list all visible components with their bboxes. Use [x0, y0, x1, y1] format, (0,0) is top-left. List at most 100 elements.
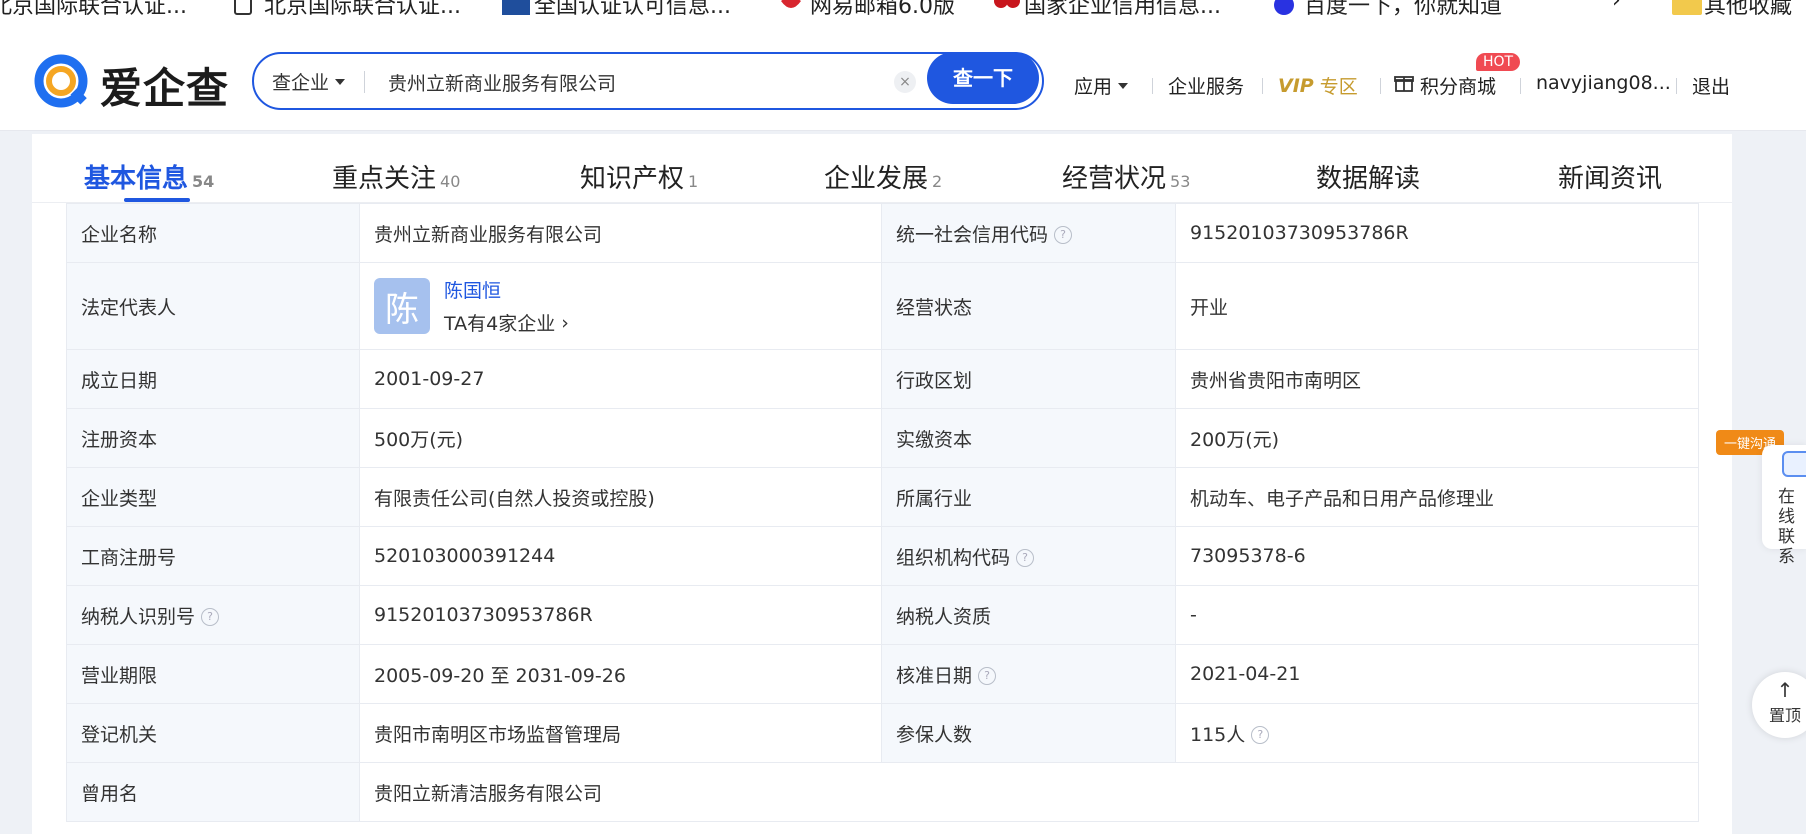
folder-icon	[1672, 0, 1702, 15]
legal-rep-cell: 陈 陈国恒 TA有4家企业 ›	[359, 262, 882, 350]
help-icon[interactable]: ?	[1016, 549, 1035, 567]
org-code-label: 组织机构代码	[896, 546, 1011, 569]
industry-label: 所属行业	[881, 467, 1176, 527]
region-value: 贵州省贵阳市南明区	[1175, 349, 1699, 409]
approval-date-value: 2021-04-21	[1175, 644, 1699, 704]
former-name-value: 贵阳立新清洁服务有限公司	[359, 762, 1699, 822]
tab-label: 基本信息	[84, 164, 189, 194]
tab-data-insights[interactable]: 数据解读	[1316, 158, 1420, 195]
online-contact-label: 在线联系	[1778, 487, 1795, 567]
org-code-value: 73095378-6	[1175, 526, 1699, 586]
help-icon[interactable]: ?	[978, 667, 997, 685]
search-type-select[interactable]: 查企业	[272, 68, 346, 95]
bookmark-folder[interactable]: 其他收藏	[1672, 0, 1792, 20]
reg-authority-label: 登记机关	[66, 703, 360, 763]
points-mall-link[interactable]: 积分商城	[1394, 72, 1496, 99]
bookmark-label: 其他收藏	[1704, 0, 1793, 19]
tab-count: 53	[1170, 172, 1191, 191]
founded-value: 2001-09-27	[359, 349, 882, 409]
username: navyjiang08...	[1536, 72, 1671, 94]
company-type-value: 有限责任公司(自然人投资或控股)	[359, 467, 882, 527]
bookmarks-bar: 北京国际联合认证... 北京国际联合认证... 全国认证认可信息... 网易邮箱…	[0, 0, 1806, 34]
clear-icon[interactable]: ×	[894, 71, 916, 93]
term-label: 营业期限	[66, 644, 360, 704]
tab-development[interactable]: 企业发展 2	[824, 158, 942, 195]
table-row: 工商注册号 520103000391244 组织机构代码? 73095378-6	[66, 526, 1699, 586]
related-companies-link[interactable]: TA有4家企业 ›	[444, 309, 569, 336]
credit-code-value: 91520103730953786R	[1175, 203, 1699, 263]
back-to-top-button[interactable]: ↑ 置顶	[1752, 672, 1806, 738]
bookmark-item[interactable]: 国家企业信用信息...	[992, 0, 1221, 20]
chevron-down-icon	[1118, 82, 1129, 89]
help-icon[interactable]: ?	[1251, 726, 1270, 744]
company-name-value: 贵州立新商业服务有限公司	[359, 203, 882, 263]
bookmarks-overflow-icon[interactable]: ›	[1612, 0, 1621, 13]
table-row: 曾用名 贵阳立新清洁服务有限公司	[66, 762, 1699, 822]
tab-count: 1	[688, 172, 699, 191]
legal-rep-label: 法定代表人	[66, 262, 360, 350]
basic-info-table: 企业名称 贵州立新商业服务有限公司 统一社会信用代码? 915201037309…	[66, 203, 1699, 822]
enterprise-service-link[interactable]: 企业服务	[1168, 72, 1244, 99]
active-tab-indicator	[124, 198, 190, 202]
divider	[364, 71, 365, 93]
bookmark-item[interactable]: 网易邮箱6.0版	[778, 0, 955, 20]
tab-news[interactable]: 新闻资讯	[1558, 158, 1662, 195]
tab-operations[interactable]: 经营状况 53	[1062, 158, 1190, 195]
avatar[interactable]: 陈	[374, 278, 430, 334]
cnca-icon	[502, 0, 530, 15]
bookmark-label: 全国认证认可信息...	[534, 0, 731, 19]
approval-date-label: 核准日期	[896, 664, 973, 687]
table-row: 纳税人识别号? 91520103730953786R 纳税人资质 -	[66, 585, 1699, 645]
reg-no-value: 520103000391244	[359, 526, 882, 586]
table-row: 登记机关 贵阳市南明区市场监督管理局 参保人数 115人?	[66, 703, 1699, 763]
bookmark-item[interactable]: 北京国际联合认证...	[0, 0, 187, 20]
table-row: 法定代表人 陈 陈国恒 TA有4家企业 › 经营状态 开业	[66, 262, 1699, 350]
site-header: 爱企查 查企业 × 查一下 应用 企业服务 VIP 专区 积分商城 HOT na…	[0, 34, 1806, 131]
help-icon[interactable]: ?	[1054, 226, 1073, 244]
apps-menu[interactable]: 应用	[1074, 72, 1129, 99]
bookmark-item[interactable]: 全国认证认可信息...	[502, 0, 731, 20]
search-type-label: 查企业	[272, 72, 330, 94]
bookmark-label: 网易邮箱6.0版	[810, 0, 955, 19]
tab-label: 新闻资讯	[1558, 164, 1663, 194]
tab-basic-info[interactable]: 基本信息 54	[84, 158, 214, 195]
logout-link[interactable]: 退出	[1692, 72, 1730, 99]
help-icon[interactable]: ?	[201, 608, 220, 626]
tab-count: 2	[932, 172, 943, 191]
bookmark-item[interactable]: 北京国际联合认证...	[232, 0, 461, 20]
reg-capital-value: 500万(元)	[359, 408, 882, 468]
insured-value: 115人	[1190, 723, 1246, 746]
table-row: 企业类型 有限责任公司(自然人投资或控股) 所属行业 机动车、电子产品和日用产品…	[66, 467, 1699, 527]
term-value: 2005-09-20 至 2031-09-26	[359, 644, 882, 704]
company-name-label: 企业名称	[66, 203, 360, 263]
netease-mail-icon	[778, 0, 801, 15]
region-label: 行政区划	[881, 349, 1176, 409]
tab-ip[interactable]: 知识产权 1	[580, 158, 698, 195]
online-contact-widget[interactable]: 在线联系	[1762, 445, 1806, 567]
taxpayer-qual-label: 纳税人资质	[881, 585, 1176, 645]
insured-label: 参保人数	[881, 703, 1176, 763]
bookmark-label: 北京国际联合认证...	[264, 0, 461, 19]
vip-zone-link[interactable]: VIP 专区	[1278, 72, 1358, 99]
search-bar: 查企业 ×	[252, 52, 1130, 110]
search-button[interactable]: 查一下	[927, 52, 1039, 104]
tab-label: 重点关注	[332, 164, 437, 194]
divider	[1380, 78, 1381, 94]
reg-no-label: 工商注册号	[66, 526, 360, 586]
logo[interactable]: 爱企查	[32, 52, 229, 118]
org-code-label-cell: 组织机构代码?	[881, 526, 1176, 586]
legal-rep-name-link[interactable]: 陈国恒	[444, 276, 569, 303]
logo-text: 爱企查	[100, 63, 230, 113]
user-menu[interactable]: navyjiang08...	[1536, 72, 1671, 94]
taxpayer-id-label: 纳税人识别号	[81, 605, 196, 628]
tab-label: 数据解读	[1316, 164, 1421, 194]
tab-key-focus[interactable]: 重点关注 40	[332, 158, 460, 195]
related-companies-label: TA有4家企业	[444, 313, 556, 335]
back-to-top-label: 置顶	[1768, 706, 1801, 725]
table-row: 营业期限 2005-09-20 至 2031-09-26 核准日期? 2021-…	[66, 644, 1699, 704]
taxpayer-id-value: 91520103730953786R	[359, 585, 882, 645]
tab-count: 54	[192, 172, 215, 191]
bookmark-item[interactable]: 百度一下，你就知道	[1272, 0, 1502, 20]
enterprise-service-label: 企业服务	[1168, 76, 1245, 98]
approval-date-label-cell: 核准日期?	[881, 644, 1176, 704]
